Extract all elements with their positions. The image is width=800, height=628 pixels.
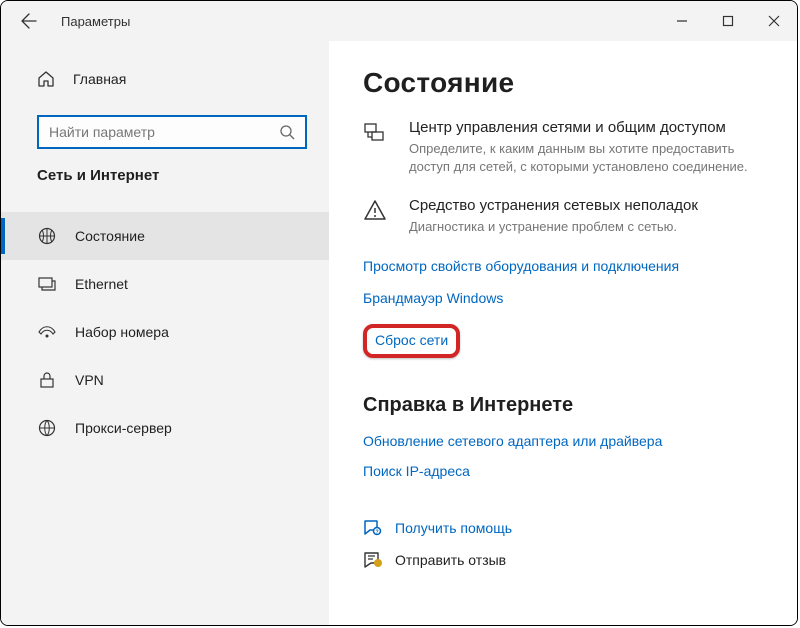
help-link-adapter[interactable]: Обновление сетевого адаптера или драйвер… xyxy=(363,433,769,449)
get-help-link[interactable]: ? Получить помощь xyxy=(363,519,769,537)
dialup-icon xyxy=(37,325,57,339)
content-area: Главная Сеть и Интернет Состояние xyxy=(1,41,797,625)
search-box[interactable] xyxy=(37,115,307,149)
feature-troubleshooter[interactable]: Средство устранения сетевых неполадок Ди… xyxy=(363,197,769,236)
window-title: Параметры xyxy=(61,14,130,29)
link-network-reset[interactable]: Сброс сети xyxy=(375,332,448,348)
close-button[interactable] xyxy=(751,1,797,41)
minimize-icon xyxy=(676,15,688,27)
get-help-label: Получить помощь xyxy=(395,520,512,536)
status-icon xyxy=(37,227,57,245)
help-icon: ? xyxy=(363,519,383,537)
sidebar-item-label: Прокси-сервер xyxy=(75,420,172,436)
sidebar-item-proxy[interactable]: Прокси-сервер xyxy=(1,404,329,452)
page-title: Состояние xyxy=(363,67,769,99)
sidebar-item-label: Набор номера xyxy=(75,324,169,340)
search-container xyxy=(37,115,307,149)
arrow-left-icon xyxy=(21,13,37,29)
close-icon xyxy=(768,15,780,27)
sidebar-item-vpn[interactable]: VPN xyxy=(1,356,329,404)
help-link-ip[interactable]: Поиск IP-адреса xyxy=(363,463,769,479)
sidebar-item-ethernet[interactable]: Ethernet xyxy=(1,260,329,308)
minimize-button[interactable] xyxy=(659,1,705,41)
feedback-link[interactable]: Отправить отзыв xyxy=(363,551,769,569)
search-icon xyxy=(279,124,295,140)
sidebar-item-status[interactable]: Состояние xyxy=(1,212,329,260)
maximize-button[interactable] xyxy=(705,1,751,41)
window-controls xyxy=(659,1,797,41)
back-button[interactable] xyxy=(13,5,45,37)
home-icon xyxy=(37,70,55,88)
help-heading: Справка в Интернете xyxy=(363,394,769,417)
link-hardware-props[interactable]: Просмотр свойств оборудования и подключе… xyxy=(363,258,679,274)
maximize-icon xyxy=(722,15,734,27)
sidebar-item-label: Ethernet xyxy=(75,276,128,292)
home-label: Главная xyxy=(73,71,126,87)
vpn-icon xyxy=(37,371,57,389)
feedback-icon xyxy=(363,551,383,569)
svg-text:?: ? xyxy=(375,529,378,535)
reset-highlight: Сброс сети xyxy=(363,324,460,358)
ethernet-icon xyxy=(37,275,57,293)
settings-window: Параметры Главная xyxy=(0,0,798,626)
titlebar: Параметры xyxy=(1,1,797,41)
proxy-icon xyxy=(37,419,57,437)
sidebar-item-dialup[interactable]: Набор номера xyxy=(1,308,329,356)
help-link-label: Обновление сетевого адаптера или драйвер… xyxy=(363,433,662,449)
network-center-icon xyxy=(363,119,389,175)
warning-icon xyxy=(363,197,389,236)
feature-title: Средство устранения сетевых неполадок xyxy=(409,197,698,214)
home-button[interactable]: Главная xyxy=(1,59,329,99)
sidebar-item-label: Состояние xyxy=(75,228,145,244)
feature-desc: Диагностика и устранение проблем с сетью… xyxy=(409,218,698,236)
sidebar: Главная Сеть и Интернет Состояние xyxy=(1,41,329,625)
feature-network-center[interactable]: Центр управления сетями и общим доступом… xyxy=(363,119,769,175)
main-panel: Состояние Центр управления сетями и общи… xyxy=(329,41,797,625)
feature-desc: Определите, к каким данным вы хотите пре… xyxy=(409,140,769,175)
link-firewall[interactable]: Брандмауэр Windows xyxy=(363,290,503,306)
category-heading: Сеть и Интернет xyxy=(1,167,329,184)
help-link-label: Поиск IP-адреса xyxy=(363,463,470,479)
sidebar-item-label: VPN xyxy=(75,372,104,388)
feature-title: Центр управления сетями и общим доступом xyxy=(409,119,769,136)
search-input[interactable] xyxy=(49,124,279,140)
bottom-links: ? Получить помощь Отправить отзыв xyxy=(363,519,769,569)
feedback-label: Отправить отзыв xyxy=(395,552,506,568)
